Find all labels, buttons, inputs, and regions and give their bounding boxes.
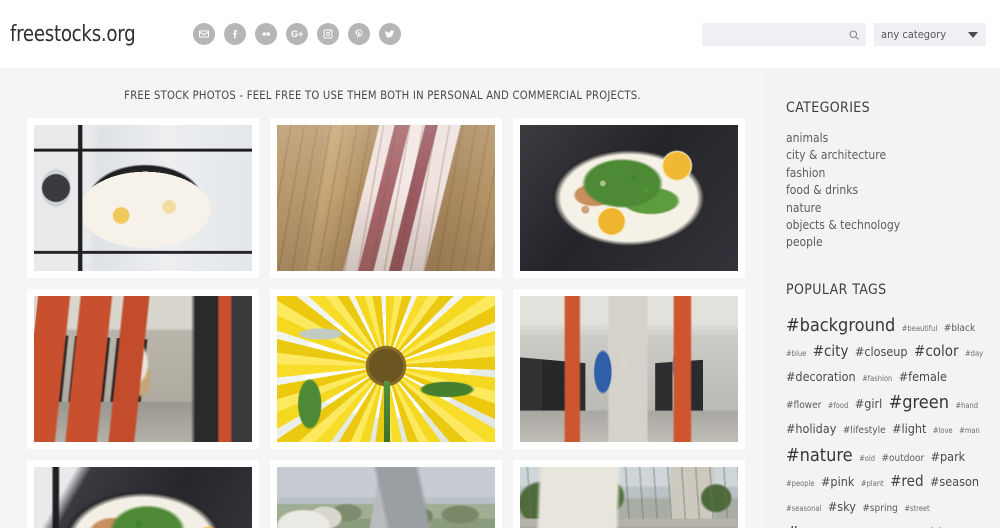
- facebook-glyph: [233, 30, 238, 39]
- photo-thumbnail[interactable]: [520, 296, 738, 442]
- tag-lifestyle[interactable]: #lifestyle: [843, 425, 886, 436]
- pinterest-glyph: [355, 29, 363, 39]
- freestocks-page: freestocks.org G+ any category FREE STOC…: [0, 0, 1000, 528]
- tag-man[interactable]: #man: [959, 426, 980, 435]
- photo-thumbnail[interactable]: [34, 296, 252, 442]
- tag-park[interactable]: #park: [931, 449, 966, 464]
- tag-seasonal[interactable]: #seasonal: [786, 504, 821, 513]
- sidebar: CATEGORIES animals city & architecture f…: [765, 68, 1000, 528]
- photo-card[interactable]: [270, 460, 502, 528]
- main-panel: FREE STOCK PHOTOS - FEEL FREE TO USE THE…: [0, 68, 765, 528]
- tag-black[interactable]: #black: [944, 323, 975, 334]
- flickr-glyph: [262, 32, 271, 36]
- photo-card[interactable]: [513, 289, 745, 449]
- tag-fashion[interactable]: #fashion: [862, 374, 892, 383]
- tag-pink[interactable]: #pink: [821, 474, 854, 489]
- tag-light[interactable]: #light: [892, 421, 926, 436]
- photo-card[interactable]: [513, 460, 745, 528]
- chevron-down-icon[interactable]: [968, 32, 978, 38]
- tag-season[interactable]: #season: [930, 474, 979, 489]
- instagram-icon[interactable]: [317, 23, 340, 45]
- photo-card[interactable]: [270, 289, 502, 449]
- photo-column-2: [270, 118, 502, 528]
- pinterest-icon[interactable]: [348, 23, 371, 45]
- tag-day[interactable]: #day: [965, 349, 983, 358]
- tag-beautiful[interactable]: #beautiful: [902, 324, 938, 333]
- tag-old[interactable]: #old: [859, 454, 875, 463]
- tag-spring[interactable]: #spring: [862, 503, 898, 514]
- tag-street[interactable]: #street: [904, 504, 929, 513]
- social-links: G+: [193, 23, 402, 45]
- categories-heading: CATEGORIES: [786, 100, 871, 116]
- photo-card[interactable]: [27, 289, 259, 449]
- twitter-glyph: [385, 30, 395, 38]
- tag-color[interactable]: #color: [914, 342, 959, 360]
- email-icon[interactable]: [193, 23, 216, 45]
- tag-city[interactable]: #city: [813, 342, 849, 360]
- photo-column-1: [27, 118, 259, 528]
- site-tagline: FREE STOCK PHOTOS - FEEL FREE TO USE THE…: [124, 88, 641, 102]
- sidebar-item-city-architecture[interactable]: city & architecture: [786, 147, 986, 164]
- sidebar-item-fashion[interactable]: fashion: [786, 165, 986, 182]
- tag-flower[interactable]: #flower: [786, 400, 821, 411]
- sidebar-item-animals[interactable]: animals: [786, 130, 986, 147]
- popular-tags-heading: POPULAR TAGS: [786, 281, 887, 298]
- flickr-icon[interactable]: [255, 23, 278, 45]
- google-plus-glyph: G+: [291, 28, 304, 39]
- photo-card[interactable]: [27, 460, 259, 528]
- google-plus-icon[interactable]: G+: [286, 23, 309, 45]
- tag-people[interactable]: #people: [786, 479, 815, 488]
- sidebar-item-nature[interactable]: nature: [786, 200, 986, 217]
- site-logo[interactable]: freestocks.org: [10, 22, 136, 47]
- sidebar-item-people[interactable]: people: [786, 234, 986, 251]
- tag-background[interactable]: #background: [786, 315, 895, 336]
- site-header: freestocks.org G+ any category: [0, 0, 1000, 68]
- tag-sky[interactable]: #sky: [828, 499, 856, 514]
- tag-plant[interactable]: #plant: [861, 479, 884, 488]
- tag-nature[interactable]: #nature: [786, 445, 853, 466]
- photo-card[interactable]: [27, 118, 259, 278]
- tag-girl[interactable]: #girl: [855, 396, 882, 411]
- category-list: animals city & architecture fashion food…: [786, 130, 986, 252]
- photo-card[interactable]: [270, 118, 502, 278]
- instagram-glyph: [323, 29, 333, 39]
- search-input[interactable]: [702, 22, 866, 46]
- tag-outdoor[interactable]: #outdoor: [881, 453, 924, 464]
- tag-red[interactable]: #red: [890, 472, 923, 490]
- tag-female[interactable]: #female: [899, 369, 947, 384]
- search-icon[interactable]: [848, 28, 860, 40]
- tag-closeup[interactable]: #closeup: [855, 344, 908, 359]
- search-box[interactable]: [702, 22, 866, 46]
- photo-thumbnail[interactable]: [34, 467, 252, 528]
- photo-thumbnail[interactable]: [277, 296, 495, 442]
- tag-summer[interactable]: #summer: [786, 523, 866, 528]
- photo-thumbnail[interactable]: [520, 467, 738, 528]
- sidebar-item-food-drinks[interactable]: food & drinks: [786, 182, 986, 199]
- photo-thumbnail[interactable]: [34, 125, 252, 271]
- sidebar-item-objects-technology[interactable]: objects & technology: [786, 217, 986, 234]
- twitter-icon[interactable]: [379, 23, 402, 45]
- tag-decoration[interactable]: #decoration: [786, 369, 856, 384]
- tag-love[interactable]: #love: [933, 426, 953, 435]
- search-area: any category: [702, 22, 986, 46]
- tag-table[interactable]: #table: [905, 525, 951, 528]
- tag-food[interactable]: #food: [828, 401, 849, 410]
- photo-thumbnail[interactable]: [277, 125, 495, 271]
- photo-column-3: [513, 118, 745, 528]
- category-select[interactable]: any category: [874, 22, 986, 46]
- category-select-value: any category: [881, 27, 947, 41]
- tag-holiday[interactable]: #holiday: [786, 421, 836, 436]
- page-content: FREE STOCK PHOTOS - FEEL FREE TO USE THE…: [0, 68, 1000, 528]
- tag-green[interactable]: #green: [889, 392, 949, 413]
- tag-blue[interactable]: #blue: [786, 349, 806, 358]
- email-glyph: [199, 30, 210, 38]
- photo-grid: [0, 102, 765, 528]
- photo-thumbnail[interactable]: [520, 125, 738, 271]
- photo-card[interactable]: [513, 118, 745, 278]
- facebook-icon[interactable]: [224, 23, 247, 45]
- photo-thumbnail[interactable]: [277, 467, 495, 528]
- tag-cloud: #background #beautiful #black #blue #cit…: [786, 312, 986, 528]
- tag-hand[interactable]: #hand: [955, 401, 978, 410]
